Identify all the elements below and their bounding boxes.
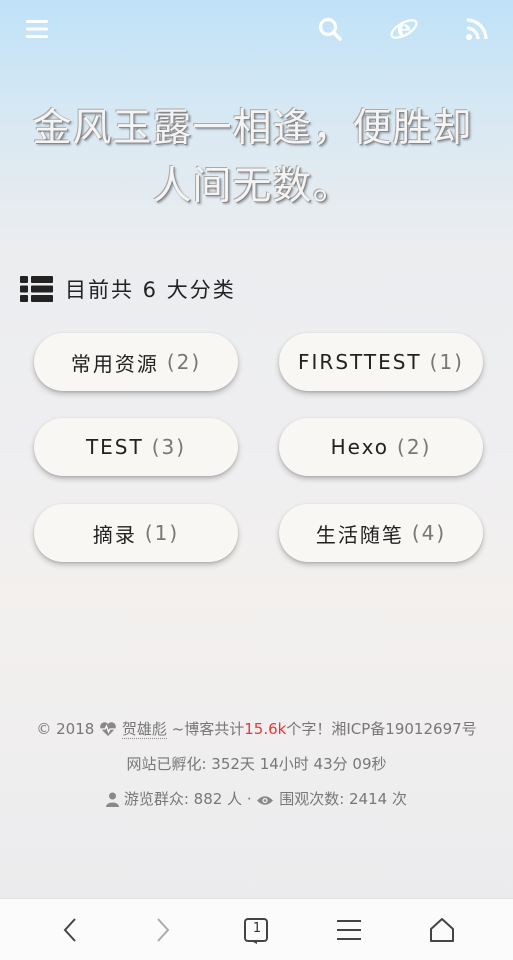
user-icon [106, 792, 120, 807]
tab-count: 1 [252, 921, 262, 936]
category-name: TEST [85, 435, 144, 459]
hero-line-1: 金风玉露一相逢，便胜却 [32, 106, 473, 151]
footer-stats-line: 游览群众: 882 人 · 围观次数: 2414 次 [0, 788, 513, 809]
home-icon[interactable] [425, 913, 459, 947]
forward-icon[interactable] [146, 913, 180, 947]
category-name: Hexo [330, 435, 390, 459]
category-pill[interactable]: 摘录 (1) [34, 504, 238, 562]
stats-separator: · [246, 790, 252, 808]
category-heading-text: 目前共 6 大分类 [65, 278, 236, 302]
category-count: (2) [166, 350, 202, 374]
back-icon[interactable] [53, 913, 87, 947]
hero-quote: 金风玉露一相逢，便胜却 人间无数。 [0, 100, 513, 216]
views-count: 围观次数: 2414 次 [279, 790, 407, 808]
category-pill[interactable]: FIRSTTEST (1) [279, 333, 483, 391]
tabs-icon[interactable]: 1 [240, 913, 274, 947]
category-name: 常用资源 [70, 351, 159, 376]
rss-icon[interactable] [462, 14, 492, 44]
words-count: 15.6k [244, 720, 287, 738]
category-pill[interactable]: Hexo (2) [279, 418, 483, 476]
category-count: (2) [397, 435, 432, 459]
footer-uptime: 网站已孵化: 352天 14小时 43分 09秒 [126, 755, 387, 773]
eye-icon [257, 796, 274, 805]
category-name: FIRSTTEST [298, 350, 422, 374]
category-name: 生活随笔 [315, 522, 404, 547]
category-count: (4) [411, 521, 447, 545]
copyright-symbol: © [36, 720, 52, 738]
footer-copyright-line: © 2018 贺雄彪 ~博客共计15.6k个字！湘ICP备19012697号 [0, 718, 513, 739]
search-icon[interactable] [315, 14, 345, 44]
category-name: 摘录 [92, 522, 137, 547]
heartbeat-icon [100, 722, 116, 736]
words-suffix: 个字！ [286, 720, 332, 738]
category-count: (3) [151, 435, 187, 459]
copyright-year: 2018 [56, 720, 95, 738]
hero-line-2: 人间无数。 [152, 164, 353, 209]
browser-navbar: 1 [0, 898, 513, 960]
category-pill[interactable]: 生活随笔 (4) [279, 504, 483, 562]
ie-browser-icon[interactable]: e [389, 14, 419, 44]
category-count: (1) [429, 350, 464, 374]
category-heading: 目前共 6 大分类 [20, 274, 236, 304]
list-icon [20, 276, 53, 302]
category-pill[interactable]: 常用资源 (2) [34, 333, 238, 391]
author-link[interactable]: 贺雄彪 [121, 720, 167, 739]
words-prefix: ~博客共计 [171, 720, 245, 738]
category-pill[interactable]: TEST (3) [34, 418, 238, 476]
icp-link[interactable]: 湘ICP备19012697号 [331, 720, 476, 738]
top-bar: e [0, 0, 513, 60]
menu-icon[interactable] [22, 14, 52, 44]
svg-text:e: e [397, 16, 411, 42]
visitors-count: 游览群众: 882 人 [123, 790, 243, 808]
category-count: (1) [144, 521, 180, 545]
menu-icon[interactable] [332, 913, 366, 947]
